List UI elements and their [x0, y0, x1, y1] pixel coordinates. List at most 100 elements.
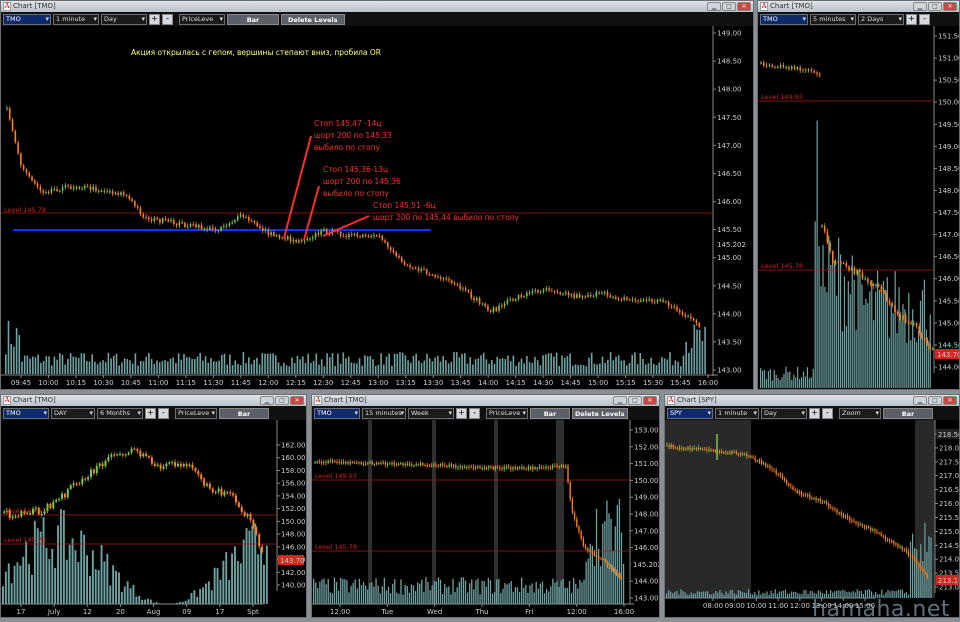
candle-body: [541, 467, 542, 468]
price-chart[interactable]: 151.50151.00150.50150.00149.50149.00148.…: [758, 26, 960, 390]
candle-body: [913, 323, 915, 324]
period-select[interactable]: Day: [101, 14, 147, 25]
interval-select[interactable]: DAY: [51, 408, 95, 419]
maximize-button[interactable]: □: [722, 2, 736, 11]
zoom-out-button[interactable]: -: [822, 408, 833, 419]
symbol-select[interactable]: SPY: [667, 408, 713, 419]
interval-select[interactable]: 15 minutes: [362, 408, 406, 419]
candle-body: [671, 445, 672, 447]
candle-body: [583, 539, 584, 546]
price-chart[interactable]: 149.00148.50148.00147.50147.00146.50146.…: [1, 26, 754, 390]
symbol-select[interactable]: TMO: [760, 14, 808, 25]
zoom-select[interactable]: Zoom: [839, 408, 881, 419]
volume-bar: [398, 594, 399, 604]
symbol-select[interactable]: TMO: [314, 408, 360, 419]
interval-select[interactable]: 1 minute: [715, 408, 759, 419]
candle-body: [67, 185, 69, 186]
window-titlebar[interactable]: AChart [TMO] ▁□✕: [758, 1, 959, 12]
window-titlebar[interactable]: AChart [TMO] ▁□✕: [1, 1, 753, 12]
period-select[interactable]: 2 Days: [858, 14, 904, 25]
candle-body: [418, 464, 419, 465]
zoom-out-button[interactable]: -: [919, 14, 930, 25]
symbol-select[interactable]: TMO: [3, 408, 49, 419]
candle-body: [28, 173, 30, 177]
volume-bar: [467, 593, 468, 604]
candle-body: [615, 297, 617, 299]
volume-bar: [561, 580, 562, 604]
candle-body: [499, 467, 500, 468]
trade-annotation: выбило по стопу: [314, 143, 380, 152]
candle-body: [918, 326, 920, 333]
window-titlebar[interactable]: AChart [SPY] ▁□✕: [665, 395, 959, 406]
level-label: Level 145.78: [315, 543, 357, 551]
zoom-out-button[interactable]: -: [158, 408, 169, 419]
bar-button[interactable]: Bar: [219, 408, 269, 419]
volume-bar: [86, 555, 88, 604]
zoom-out-button[interactable]: -: [162, 14, 173, 25]
minimize-button[interactable]: ▁: [707, 2, 721, 11]
zoom-in-button[interactable]: +: [809, 408, 820, 419]
price-tick-label: 151.00: [938, 55, 960, 63]
price-chart[interactable]: 162.00160.00158.00156.00154.00152.00150.…: [1, 420, 307, 618]
candle-body: [593, 296, 595, 297]
zoom-in-button[interactable]: +: [149, 14, 160, 25]
minimize-button[interactable]: ▁: [913, 2, 927, 11]
volume-bar: [22, 557, 24, 604]
candle-body: [340, 232, 342, 236]
zoom-in-button[interactable]: +: [906, 14, 917, 25]
minimize-button[interactable]: ▁: [613, 396, 627, 405]
window-titlebar[interactable]: AChart [TMO] ▁□✕: [1, 395, 306, 406]
maximize-button[interactable]: □: [928, 396, 942, 405]
volume-bar: [467, 363, 469, 374]
candle-body: [498, 305, 500, 310]
window-titlebar[interactable]: AChart [TMO] ▁□✕: [312, 395, 659, 406]
maximize-button[interactable]: □: [628, 396, 642, 405]
zoom-in-button[interactable]: +: [145, 408, 156, 419]
candle-body: [797, 67, 799, 69]
period-select[interactable]: Day: [761, 408, 807, 419]
candle-body: [512, 299, 514, 300]
period-select[interactable]: 6 Months: [97, 408, 143, 419]
candle-body: [192, 224, 194, 225]
volume-bar: [746, 593, 747, 598]
close-button[interactable]: ✕: [643, 396, 657, 405]
period-select[interactable]: Week: [408, 408, 454, 419]
zoom-in-button[interactable]: +: [456, 408, 467, 419]
zoom-out-button[interactable]: -: [469, 408, 480, 419]
close-button[interactable]: ✕: [290, 396, 304, 405]
volume-bar: [523, 363, 525, 374]
price-mode-select[interactable]: PriceLeve: [486, 408, 528, 419]
volume-bar: [453, 352, 455, 374]
price-mode-select[interactable]: PriceLeve: [175, 408, 217, 419]
volume-bar: [594, 566, 595, 604]
bar-button[interactable]: Bar: [530, 408, 570, 419]
candle-body: [843, 263, 845, 264]
candle-body: [229, 224, 231, 226]
minimize-button[interactable]: ▁: [913, 396, 927, 405]
close-button[interactable]: ✕: [737, 2, 751, 11]
maximize-button[interactable]: □: [928, 2, 942, 11]
symbol-select[interactable]: TMO: [3, 14, 51, 25]
candle-body: [550, 468, 551, 469]
price-mode-select[interactable]: PriceLeve: [179, 14, 225, 25]
volume-bar: [396, 593, 397, 604]
volume-bar: [834, 260, 835, 388]
maximize-button[interactable]: □: [275, 396, 289, 405]
interval-select[interactable]: 1 minute: [53, 14, 99, 25]
minimize-button[interactable]: ▁: [260, 396, 274, 405]
candle-body: [912, 555, 913, 558]
price-chart[interactable]: 218.50218.00217.50217.00216.50216.00215.…: [665, 420, 960, 618]
interval-select[interactable]: 5 minutes: [810, 14, 856, 25]
delete-levels-button[interactable]: Delete Levels: [572, 408, 628, 419]
close-button[interactable]: ✕: [943, 2, 957, 11]
bar-button[interactable]: Bar: [883, 408, 933, 419]
volume-bar: [488, 364, 490, 374]
close-button[interactable]: ✕: [943, 396, 957, 405]
volume-bar: [721, 593, 722, 598]
candle-body: [34, 181, 36, 184]
bar-button[interactable]: Bar: [227, 14, 279, 25]
price-chart[interactable]: 153.00152.00151.00150.00149.00148.00147.…: [312, 420, 660, 618]
volume-bar: [154, 364, 156, 374]
delete-levels-button[interactable]: Delete Levels: [281, 14, 345, 25]
volume-bar: [517, 587, 518, 604]
